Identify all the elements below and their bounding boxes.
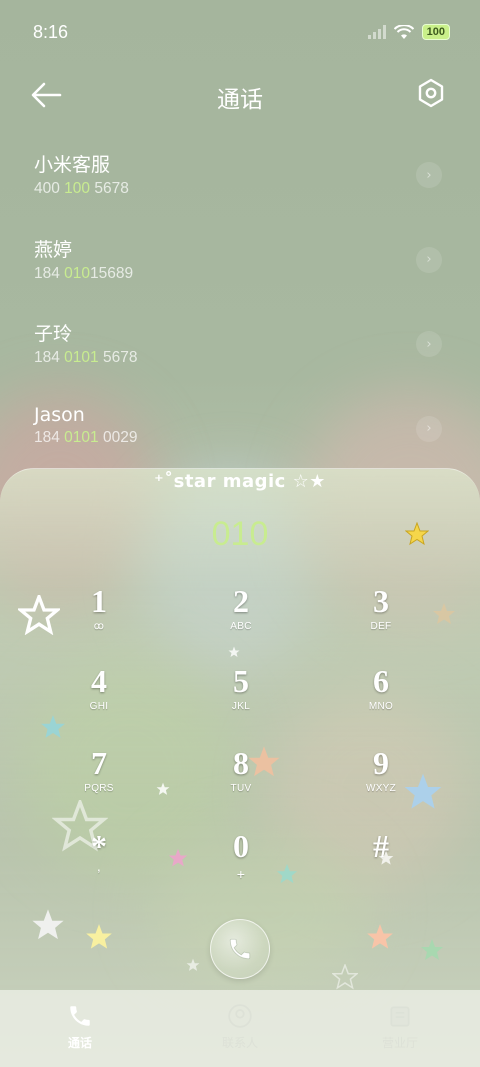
key-digit: 0 bbox=[233, 828, 249, 864]
signal-icon bbox=[367, 25, 386, 39]
key-digit: 4 bbox=[91, 663, 107, 699]
key-4[interactable]: 4 GHI bbox=[44, 663, 154, 733]
key-6[interactable]: 6 MNO bbox=[326, 663, 436, 733]
key-digit: 9 bbox=[373, 745, 389, 781]
page-title: 通话 bbox=[217, 87, 263, 113]
header: 通话 bbox=[0, 68, 480, 124]
key-3[interactable]: 3 DEF bbox=[326, 583, 436, 653]
key-9[interactable]: 9 WXYZ bbox=[326, 745, 436, 815]
key-digit: # bbox=[373, 828, 389, 864]
contact-name: 燕婷 bbox=[34, 238, 73, 261]
nav-contacts[interactable]: 联系人 bbox=[160, 990, 320, 1067]
key-letters: , bbox=[96, 858, 102, 874]
key-8[interactable]: 8 TUV bbox=[186, 745, 296, 815]
theme-brand-label: ⁺˚star magic ☆★ bbox=[154, 471, 326, 492]
wifi-icon bbox=[393, 24, 414, 39]
voicemail-icon: ꝏ bbox=[93, 621, 105, 632]
contact-number: 184 0101 0029 bbox=[34, 428, 138, 446]
key-2[interactable]: 2 ABC bbox=[186, 583, 296, 653]
key-digit: 3 bbox=[373, 583, 389, 619]
key-letters: GHI bbox=[89, 701, 109, 712]
contact-number: 184 0101 5678 bbox=[34, 349, 138, 366]
contact-suggestions: 小米客服 400 100 5678 › 燕婷 184 01015689 › 子玲… bbox=[0, 134, 480, 472]
key-digit: 2 bbox=[233, 583, 249, 619]
contact-number: 400 100 5678 bbox=[34, 180, 129, 197]
call-button[interactable] bbox=[210, 919, 270, 979]
store-icon bbox=[390, 1006, 410, 1027]
contact-name: 小米客服 bbox=[34, 154, 111, 176]
nav-store[interactable]: 营业厅 bbox=[320, 990, 480, 1067]
contact-name: 子玲 bbox=[34, 323, 73, 345]
key-letters: + bbox=[236, 866, 246, 882]
key-7[interactable]: 7 PQRS bbox=[44, 745, 154, 815]
settings-button[interactable] bbox=[416, 78, 448, 110]
nav-label: 联系人 bbox=[221, 1036, 258, 1050]
contact-item[interactable]: 小米客服 400 100 5678 › bbox=[0, 134, 480, 219]
nav-label: 通话 bbox=[67, 1036, 92, 1050]
phone-icon bbox=[70, 1006, 90, 1026]
key-digit: 1 bbox=[91, 583, 107, 619]
nav-calls[interactable]: 通话 bbox=[0, 990, 160, 1067]
key-letters: TUV bbox=[230, 783, 252, 794]
key-letters: MNO bbox=[368, 701, 394, 712]
dial-number-display[interactable]: 010 bbox=[0, 515, 480, 554]
dialer-panel: ⁺˚star magic ☆★ 010 1 ꝏ 2 ABC 3 DEF 4 GH… bbox=[0, 468, 480, 1067]
contacts-icon bbox=[228, 1004, 252, 1028]
chevron-right-icon[interactable]: › bbox=[416, 246, 442, 273]
key-letters: WXYZ bbox=[365, 783, 397, 794]
contact-item[interactable]: 燕婷 184 01015689 › bbox=[0, 219, 480, 304]
key-1[interactable]: 1 ꝏ bbox=[44, 583, 154, 653]
chevron-right-icon[interactable]: › bbox=[416, 162, 442, 188]
contact-name: Jason bbox=[34, 403, 85, 426]
key-letters: JKL bbox=[231, 701, 251, 712]
key-digit: 6 bbox=[373, 663, 389, 699]
battery-indicator: 100 bbox=[421, 24, 450, 40]
key-digit: 7 bbox=[91, 745, 107, 781]
key-5[interactable]: 5 JKL bbox=[186, 663, 296, 733]
status-icons: 100 bbox=[367, 24, 450, 40]
contact-item[interactable]: Jason 184 0101 0029 › bbox=[0, 388, 480, 473]
contact-item[interactable]: 子玲 184 0101 5678 › bbox=[0, 303, 480, 388]
key-0[interactable]: 0 + bbox=[186, 828, 296, 898]
key-star[interactable]: * , bbox=[44, 828, 154, 898]
nav-label: 营业厅 bbox=[381, 1036, 418, 1050]
phone-icon bbox=[229, 938, 251, 960]
bottom-navigation: 通话 联系人 营业厅 bbox=[0, 990, 480, 1067]
chevron-right-icon[interactable]: › bbox=[416, 331, 442, 357]
key-letters: PQRS bbox=[84, 783, 114, 794]
key-hash[interactable]: # bbox=[326, 828, 436, 898]
chevron-right-icon[interactable]: › bbox=[416, 415, 442, 442]
status-time: 8:16 bbox=[33, 22, 69, 42]
key-letters: ABC bbox=[230, 621, 252, 632]
key-digit: 5 bbox=[233, 663, 249, 699]
key-letters: DEF bbox=[370, 621, 392, 632]
contact-number: 184 01015689 bbox=[34, 264, 134, 282]
status-bar: 8:16 100 bbox=[0, 0, 480, 68]
key-digit: 8 bbox=[233, 745, 249, 781]
settings-icon bbox=[418, 78, 444, 108]
